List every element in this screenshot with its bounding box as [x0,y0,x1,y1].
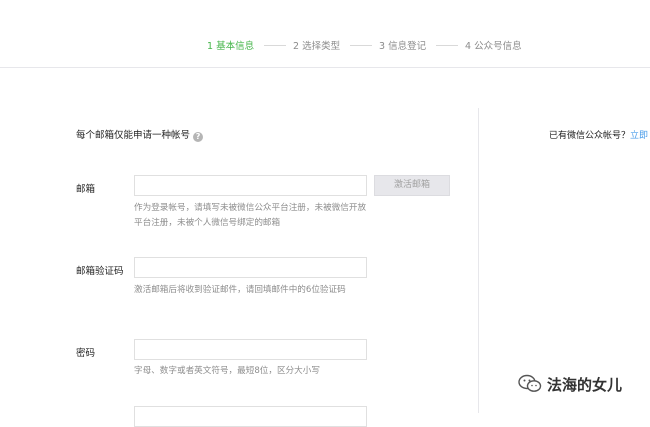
step-3-registration: 3 信息登记 [379,41,427,52]
help-icon[interactable]: ? [193,132,204,142]
form-intro: 每个邮箱仅能申请一种帐号? [76,127,204,142]
step-connector [436,45,458,46]
activate-email-button[interactable]: 激活邮箱 [374,175,450,196]
column-divider [478,108,479,413]
password-input[interactable] [134,339,367,360]
watermark-text: 法海的女儿 [547,375,623,394]
password-hint: 字母、数字或者英文符号，最短8位，区分大小写 [134,366,320,376]
email-hint: 作为登录帐号，请填写未被微信公众平台注册，未被微信开放平台注册，未被个人微信号绑… [134,203,367,228]
existing-account-text: 已有微信公众帐号？ [549,131,631,141]
step-connector [264,45,286,46]
step-connector [350,45,372,46]
existing-account-prompt: 已有微信公众帐号？立即 [549,128,648,141]
step-4-account-info: 4 公众号信息 [465,41,522,52]
email-code-input[interactable] [134,257,367,278]
email-code-hint: 激活邮箱后将收到验证邮件，请回填邮件中的6位验证码 [134,285,346,295]
login-now-link[interactable]: 立即 [630,131,648,141]
step-2-select-type: 2 选择类型 [293,41,341,52]
confirm-password-input[interactable] [134,406,367,427]
password-label: 密码 [76,348,96,359]
email-input[interactable] [134,175,367,196]
header-divider [0,67,650,68]
step-1-basic-info: 1 基本信息 [207,41,255,52]
watermark: 法海的女儿 [518,373,622,395]
wechat-icon [518,374,542,392]
form-intro-text: 每个邮箱仅能申请一种帐号 [76,130,191,141]
steps-bar: 1 基本信息 2 选择类型 3 信息登记 4 公众号信息 [0,38,650,54]
email-code-label: 邮箱验证码 [76,266,124,277]
email-label: 邮箱 [76,184,96,195]
